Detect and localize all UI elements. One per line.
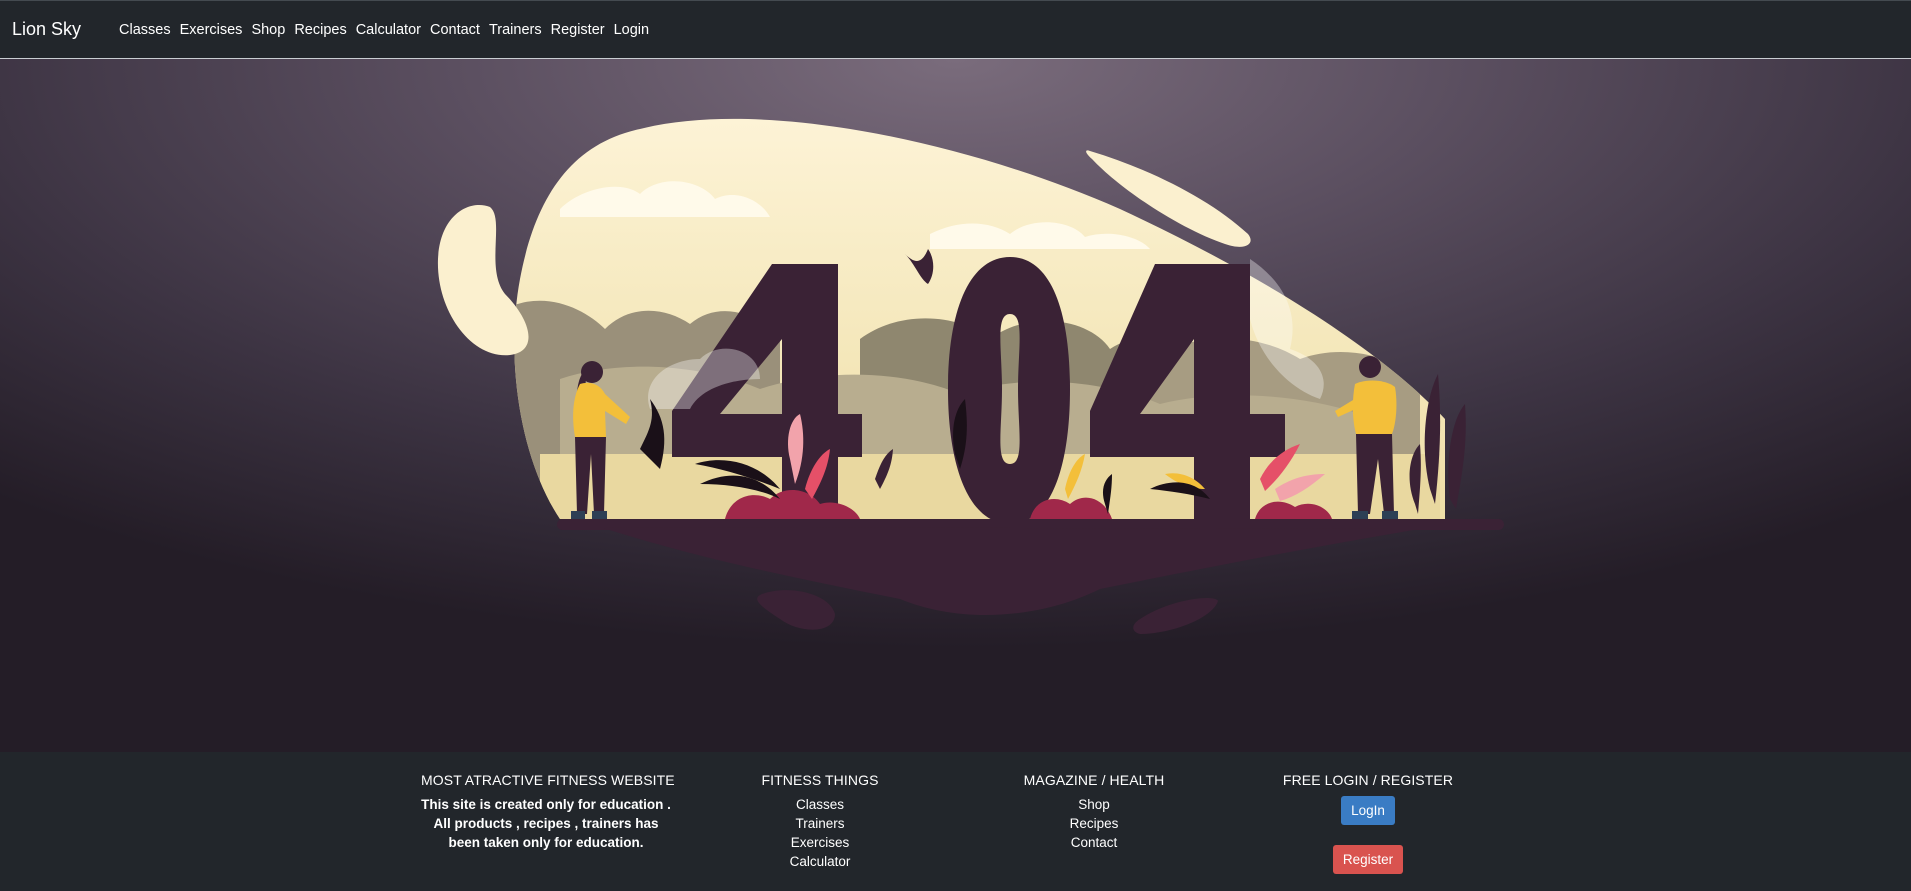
footer-login-button[interactable]: LogIn: [1341, 796, 1395, 825]
nav-link-register[interactable]: Register: [551, 22, 605, 38]
footer-link-exercises[interactable]: Exercises: [740, 833, 900, 852]
footer-register-button[interactable]: Register: [1332, 845, 1404, 874]
footer-magazine-title: MAGAZINE / HEALTH: [1023, 772, 1165, 788]
site-footer: MOST ATRACTIVE FITNESS WEBSITE This site…: [0, 752, 1911, 891]
footer-link-recipes[interactable]: Recipes: [1014, 814, 1174, 833]
footer-fitness-column: FITNESS THINGS Classes Trainers Exercise…: [740, 772, 900, 871]
error-404-illustration: [437, 118, 1504, 634]
nav-link-login[interactable]: Login: [614, 22, 649, 38]
nav-links: Classes Exercises Shop Recipes Calculato…: [119, 22, 658, 38]
footer-magazine-column: MAGAZINE / HEALTH Shop Recipes Contact: [1014, 772, 1174, 852]
nav-link-classes[interactable]: Classes: [119, 22, 171, 38]
nav-link-trainers[interactable]: Trainers: [489, 22, 542, 38]
ground-platform: [557, 519, 1504, 634]
footer-link-calculator[interactable]: Calculator: [740, 852, 900, 871]
footer-link-contact[interactable]: Contact: [1014, 833, 1174, 852]
nav-link-shop[interactable]: Shop: [251, 22, 285, 38]
footer-link-classes[interactable]: Classes: [740, 795, 900, 814]
footer-link-shop[interactable]: Shop: [1014, 795, 1174, 814]
nav-link-contact[interactable]: Contact: [430, 22, 480, 38]
nav-link-exercises[interactable]: Exercises: [180, 22, 243, 38]
footer-auth-title: FREE LOGIN / REGISTER: [1282, 772, 1454, 788]
nav-link-recipes[interactable]: Recipes: [294, 22, 346, 38]
error-404-hero: [0, 59, 1911, 752]
footer-about-text: This site is created only for education …: [421, 797, 671, 850]
nav-link-calculator[interactable]: Calculator: [356, 22, 421, 38]
footer-fitness-title: FITNESS THINGS: [761, 772, 879, 788]
footer-about-title: MOST ATRACTIVE FITNESS WEBSITE: [421, 772, 675, 788]
footer-about-column: MOST ATRACTIVE FITNESS WEBSITE This site…: [421, 772, 675, 852]
brand-logo-link[interactable]: Lion Sky: [12, 19, 119, 40]
top-navbar: Lion Sky Classes Exercises Shop Recipes …: [0, 0, 1911, 59]
footer-link-trainers[interactable]: Trainers: [740, 814, 900, 833]
footer-auth-column: FREE LOGIN / REGISTER LogIn Register: [1268, 772, 1468, 874]
